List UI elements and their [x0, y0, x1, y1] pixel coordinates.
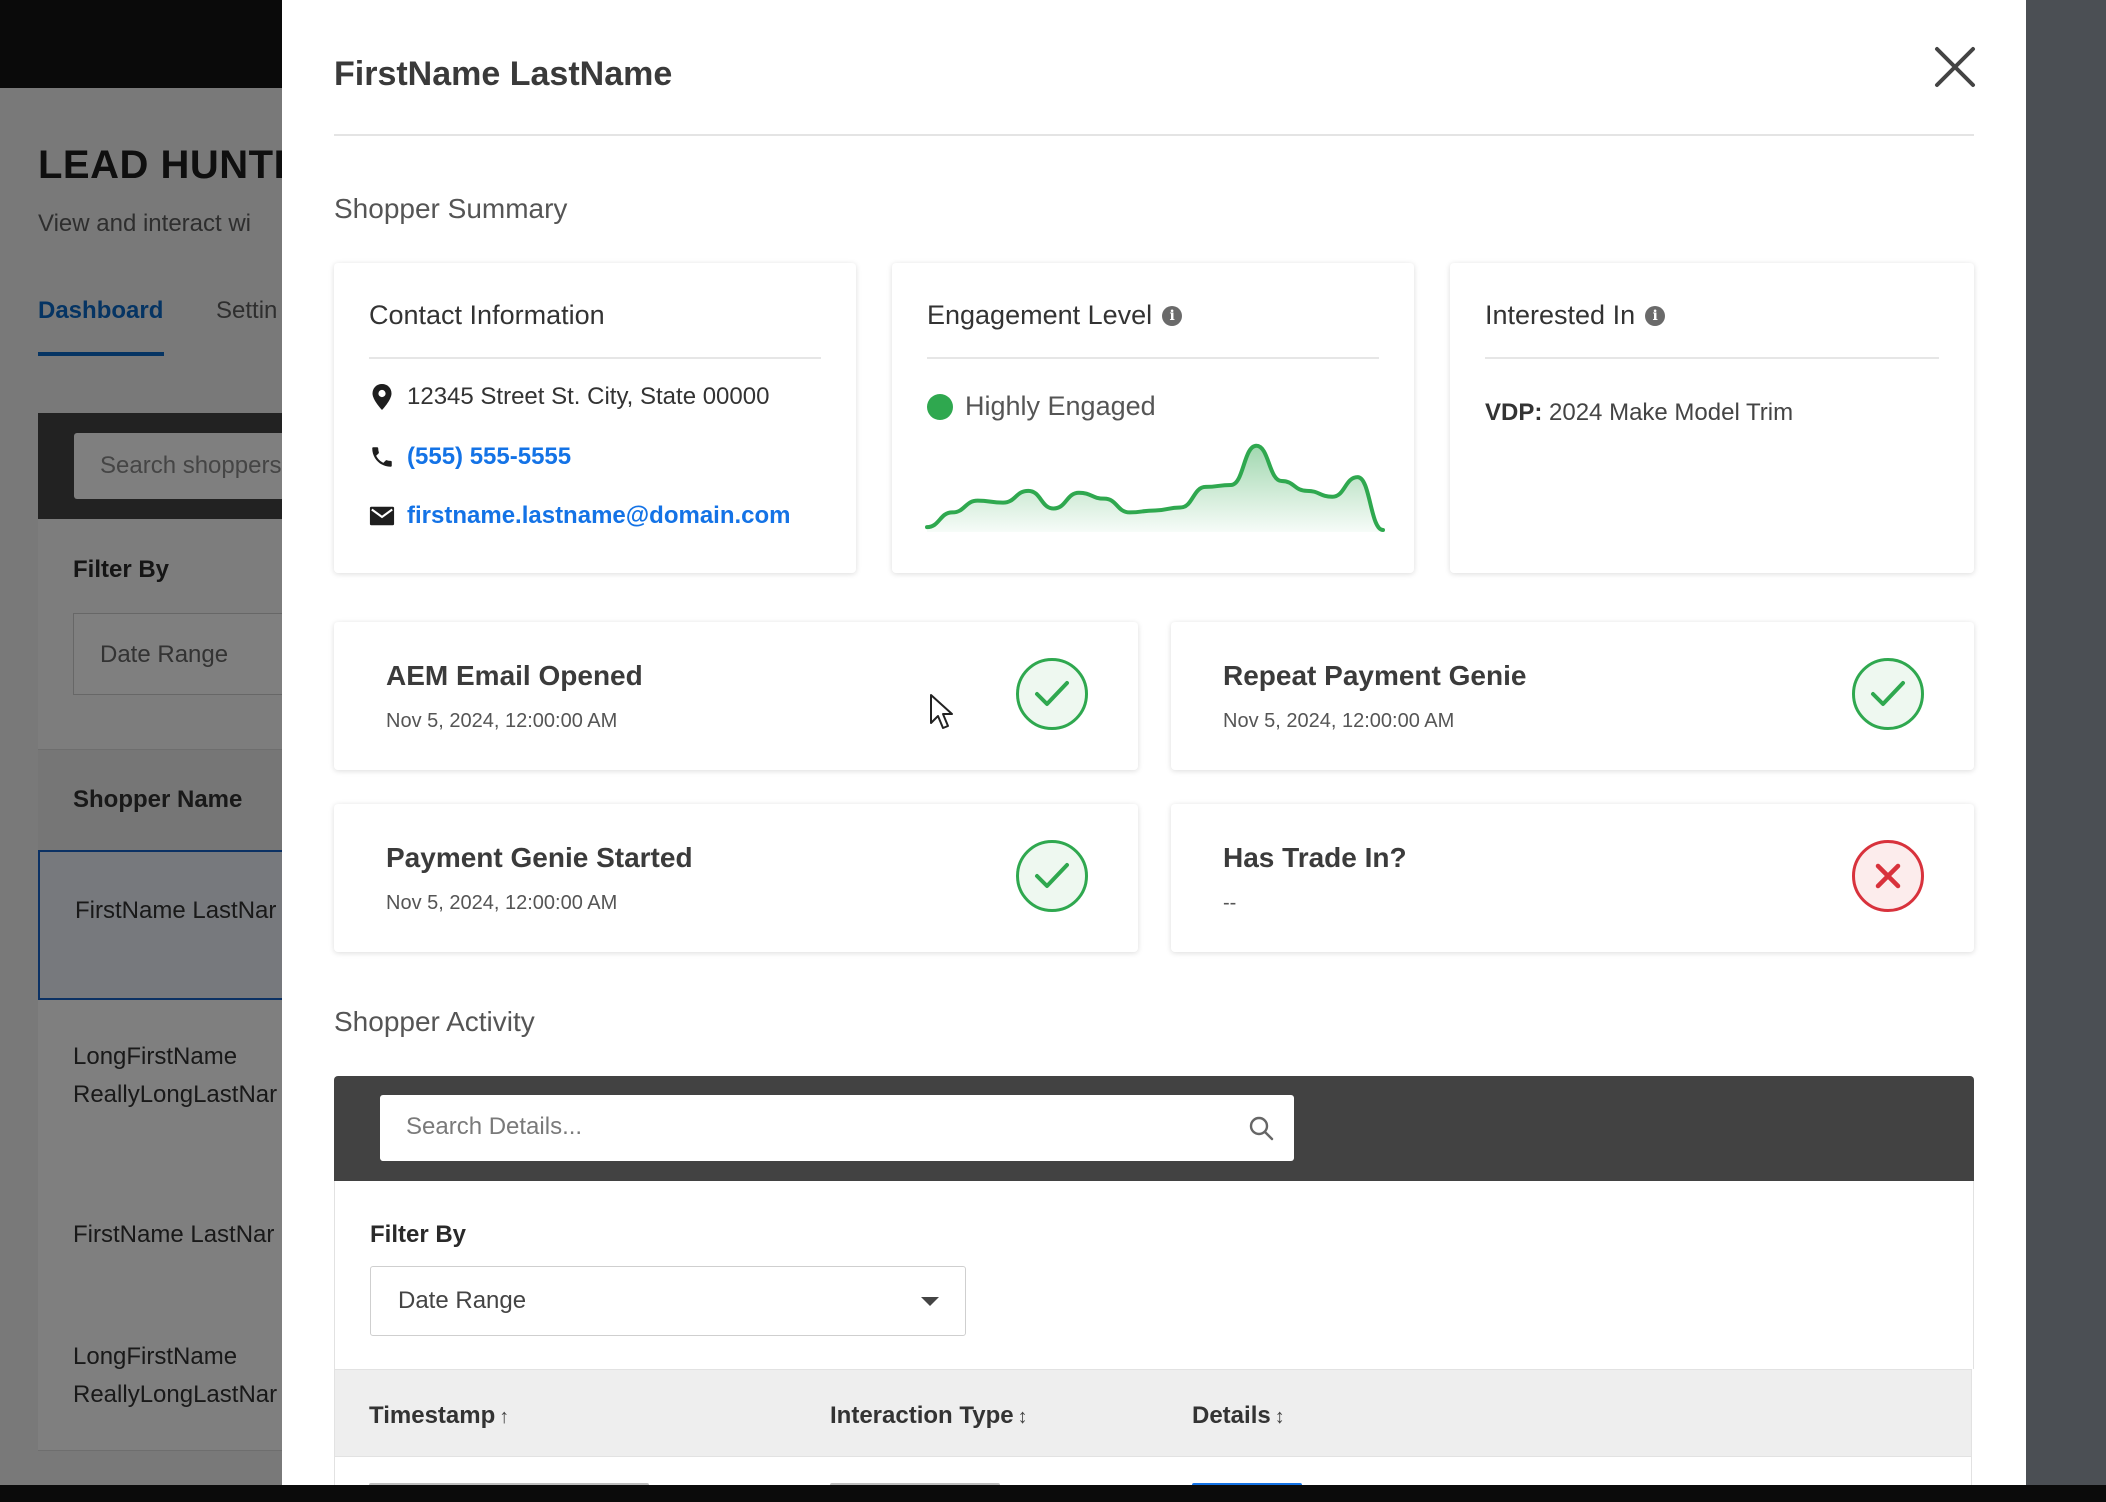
activity-filter-panel: Filter By Date Range: [334, 1181, 1974, 1369]
check-icon: [1016, 840, 1088, 912]
activity-table-header: Timestamp ↑ Interaction Type ↕ Details ↕: [334, 1369, 1972, 1457]
sparkline-area: [927, 445, 1383, 532]
sort-icon: ↕: [1274, 1406, 1285, 1428]
status-title: Payment Genie Started: [386, 842, 693, 873]
card-title-text: Engagement Level: [927, 300, 1153, 330]
column-label: Interaction Type: [830, 1402, 1014, 1429]
activity-search-box: [380, 1095, 1294, 1161]
status-card-has-trade-in: Has Trade In? --: [1171, 804, 1974, 952]
status-timestamp: Nov 5, 2024, 12:00:00 AM: [386, 892, 618, 914]
engagement-level-card: Engagement Level i Highly Engaged: [892, 263, 1414, 573]
status-timestamp: Nov 5, 2024, 12:00:00 AM: [386, 710, 618, 732]
column-header-interaction-type[interactable]: Interaction Type ↕: [830, 1402, 1028, 1430]
modal-divider: [334, 134, 1974, 136]
check-icon: [1852, 658, 1924, 730]
address-text: 12345 Street St. City, State 00000: [407, 383, 770, 410]
contact-information-card: Contact Information 12345 Street St. Cit…: [334, 263, 856, 573]
mouse-cursor-icon: [930, 694, 953, 729]
status-dot-icon: [927, 393, 953, 420]
card-title: Interested In i: [1485, 300, 1666, 331]
email-row: firstname.lastname@domain.com: [369, 502, 791, 530]
bottom-strip: [0, 1485, 2106, 1502]
search-icon[interactable]: [1248, 1115, 1274, 1146]
close-icon: [1935, 47, 1975, 87]
interest-label: VDP:: [1485, 399, 1543, 426]
status-value: --: [1223, 892, 1237, 914]
email-icon: [369, 503, 395, 529]
activity-toolbar: [334, 1076, 1974, 1181]
filter-label: Filter By: [370, 1221, 467, 1248]
x-icon: [1852, 840, 1924, 912]
status-card-aem-email-opened: AEM Email Opened Nov 5, 2024, 12:00:00 A…: [334, 622, 1138, 770]
column-header-details[interactable]: Details ↕: [1192, 1402, 1285, 1430]
email-link[interactable]: firstname.lastname@domain.com: [407, 502, 791, 530]
location-pin-icon: [369, 384, 395, 410]
phone-link[interactable]: (555) 555-5555: [407, 443, 571, 471]
engagement-status: Highly Engaged: [927, 391, 1156, 422]
sort-ascending-icon: ↑: [499, 1406, 510, 1428]
close-button[interactable]: [1932, 44, 1978, 90]
card-title: Contact Information: [369, 300, 605, 331]
card-divider: [1485, 357, 1939, 359]
engagement-sparkline: [925, 443, 1385, 533]
info-icon[interactable]: i: [1645, 305, 1666, 326]
activity-search-input[interactable]: [380, 1095, 1228, 1159]
card-divider: [927, 357, 1379, 359]
phone-row: (555) 555-5555: [369, 443, 571, 471]
interested-in-card: Interested In i VDP: 2024 Make Model Trim: [1450, 263, 1974, 573]
column-header-timestamp[interactable]: Timestamp ↑: [369, 1402, 509, 1430]
shopper-activity-heading: Shopper Activity: [334, 1006, 535, 1037]
status-title: Has Trade In?: [1223, 842, 1407, 873]
card-divider: [369, 357, 821, 359]
phone-icon: [369, 444, 395, 470]
date-range-value: Date Range: [398, 1287, 527, 1314]
status-card-repeat-payment-genie: Repeat Payment Genie Nov 5, 2024, 12:00:…: [1171, 622, 1974, 770]
sort-icon: ↕: [1017, 1406, 1028, 1428]
column-label: Timestamp: [369, 1402, 496, 1429]
interest-item: VDP: 2024 Make Model Trim: [1485, 399, 1793, 427]
check-icon: [1016, 658, 1088, 730]
modal-title: FirstName LastName: [334, 55, 673, 93]
backdrop-edge: [2026, 0, 2106, 1488]
status-card-payment-genie-started: Payment Genie Started Nov 5, 2024, 12:00…: [334, 804, 1138, 952]
shopper-summary-heading: Shopper Summary: [334, 193, 568, 224]
table-row[interactable]: [334, 1457, 1972, 1485]
card-title-text: Contact Information: [369, 300, 605, 330]
status-timestamp: Nov 5, 2024, 12:00:00 AM: [1223, 710, 1455, 732]
interest-value: 2024 Make Model Trim: [1549, 399, 1794, 426]
status-title: Repeat Payment Genie: [1223, 660, 1527, 691]
status-title: AEM Email Opened: [386, 660, 643, 691]
address-row: 12345 Street St. City, State 00000: [369, 383, 769, 411]
info-icon[interactable]: i: [1162, 305, 1183, 326]
card-title-text: Interested In: [1485, 300, 1636, 330]
shopper-detail-modal: FirstName LastName Shopper Summary Conta…: [282, 0, 2026, 1485]
engagement-label: Highly Engaged: [965, 391, 1156, 421]
column-label: Details: [1192, 1402, 1271, 1429]
date-range-select[interactable]: Date Range: [370, 1266, 966, 1336]
chevron-down-icon: [921, 1297, 939, 1306]
card-title: Engagement Level i: [927, 300, 1183, 331]
